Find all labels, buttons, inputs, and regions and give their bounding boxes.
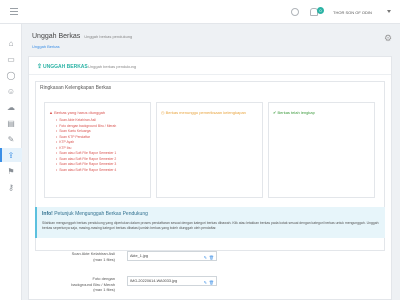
user-icon[interactable]: ◯ <box>0 68 22 82</box>
list-item: Scan atau Soft File Rapor Semester 1 <box>56 151 116 157</box>
edit-icon[interactable]: ✎ <box>0 132 22 146</box>
search-icon[interactable] <box>291 8 299 16</box>
pending-files-title: ◷ Berkas menunggu pemeriksaan kelengkapa… <box>161 110 246 115</box>
file-field-akte[interactable]: Akte_1.jpg ✎ 🗑 <box>127 251 217 261</box>
cloud-icon[interactable]: ☁ <box>0 100 22 114</box>
list-item: Scan atau Soft File Rapor Semester 4 <box>56 168 116 174</box>
clock-icon: ◷ <box>161 110 165 115</box>
complete-files-column: ✔ Berkas telah lengkap <box>268 102 375 198</box>
key-icon[interactable]: ⚷ <box>0 180 22 194</box>
flag-icon[interactable]: ⚑ <box>0 164 22 178</box>
top-bar: 0 THOR SON OF ODIN <box>0 0 400 24</box>
upload-icon[interactable]: ⇪ <box>0 148 22 162</box>
file-actions: ✎ 🗑 <box>204 254 214 262</box>
home-icon[interactable]: ⌂ <box>0 36 22 50</box>
file-name: IMG-20220614-WA0033.jpg <box>130 279 178 283</box>
upload-icon: ⇪ <box>37 64 43 70</box>
users-icon[interactable]: ☺ <box>0 84 22 98</box>
card-title: ⇪UNGGAH BERKAS <box>37 64 88 70</box>
edit-file-icon[interactable]: ✎ <box>204 255 207 260</box>
list-item: Scan atau Soft File Rapor Semester 3 <box>56 162 116 168</box>
page-title: Unggah Berkas Unggah berkas pendukung <box>32 33 133 40</box>
card-subtitle: Unggah berkas pendukung <box>88 63 137 69</box>
delete-file-icon[interactable]: 🗑 <box>209 255 214 260</box>
notification-badge: 0 <box>317 7 324 14</box>
menu-toggle-icon[interactable] <box>10 8 18 15</box>
user-name[interactable]: THOR SON OF ODIN <box>333 10 372 15</box>
gear-icon[interactable]: ⚙ <box>384 33 392 44</box>
user-menu-caret-icon[interactable] <box>387 10 391 13</box>
sidebar: ⌂ ▭ ◯ ☺ ☁ ▤ ✎ ⇪ ⚑ ⚷ <box>0 24 22 300</box>
info-alert: Info! Petunjuk Mengunggah Berkas Penduku… <box>35 207 385 238</box>
clipboard-icon[interactable]: ▤ <box>0 116 22 130</box>
missing-files-title: ▲ Berkas yang harus diunggah <box>49 110 106 115</box>
info-body: Silahkan mengunggah berkas pendukung yan… <box>42 221 379 230</box>
missing-files-column: ▲ Berkas yang harus diunggah Scan Akte K… <box>44 102 151 198</box>
page-title-sub: Unggah berkas pendukung <box>84 34 133 39</box>
document-icon[interactable]: ▭ <box>0 52 22 66</box>
card-header: ⇪UNGGAH BERKAS Unggah berkas pendukung <box>29 57 391 75</box>
upload-card: ⇪UNGGAH BERKAS Unggah berkas pendukung R… <box>28 56 392 300</box>
complete-files-title: ✔ Berkas telah lengkap <box>273 110 315 115</box>
info-title: Info! Petunjuk Mengunggah Berkas Penduku… <box>42 211 148 217</box>
file-name: Akte_1.jpg <box>130 254 148 258</box>
summary-title: Ringkasan Kelengkapan Berkas <box>40 85 112 91</box>
missing-files-list: Scan Akte Kelahiran Asli Foto dengan bac… <box>56 118 116 173</box>
field-label-akte: Scan Akte Kelahiran Asli (max 1 files) <box>71 251 115 262</box>
pending-files-column: ◷ Berkas menunggu pemeriksaan kelengkapa… <box>156 102 263 198</box>
check-icon: ✔ <box>273 110 277 115</box>
breadcrumb[interactable]: Unggah Berkas <box>32 44 60 49</box>
edit-file-icon[interactable]: ✎ <box>204 280 207 285</box>
delete-file-icon[interactable]: 🗑 <box>209 280 214 285</box>
file-actions: ✎ 🗑 <box>204 279 214 287</box>
warning-icon: ▲ <box>49 110 53 115</box>
file-field-foto[interactable]: IMG-20220614-WA0033.jpg ✎ 🗑 <box>127 276 217 286</box>
field-label-foto: Foto dengan background Biru / Merah (max… <box>71 276 115 292</box>
